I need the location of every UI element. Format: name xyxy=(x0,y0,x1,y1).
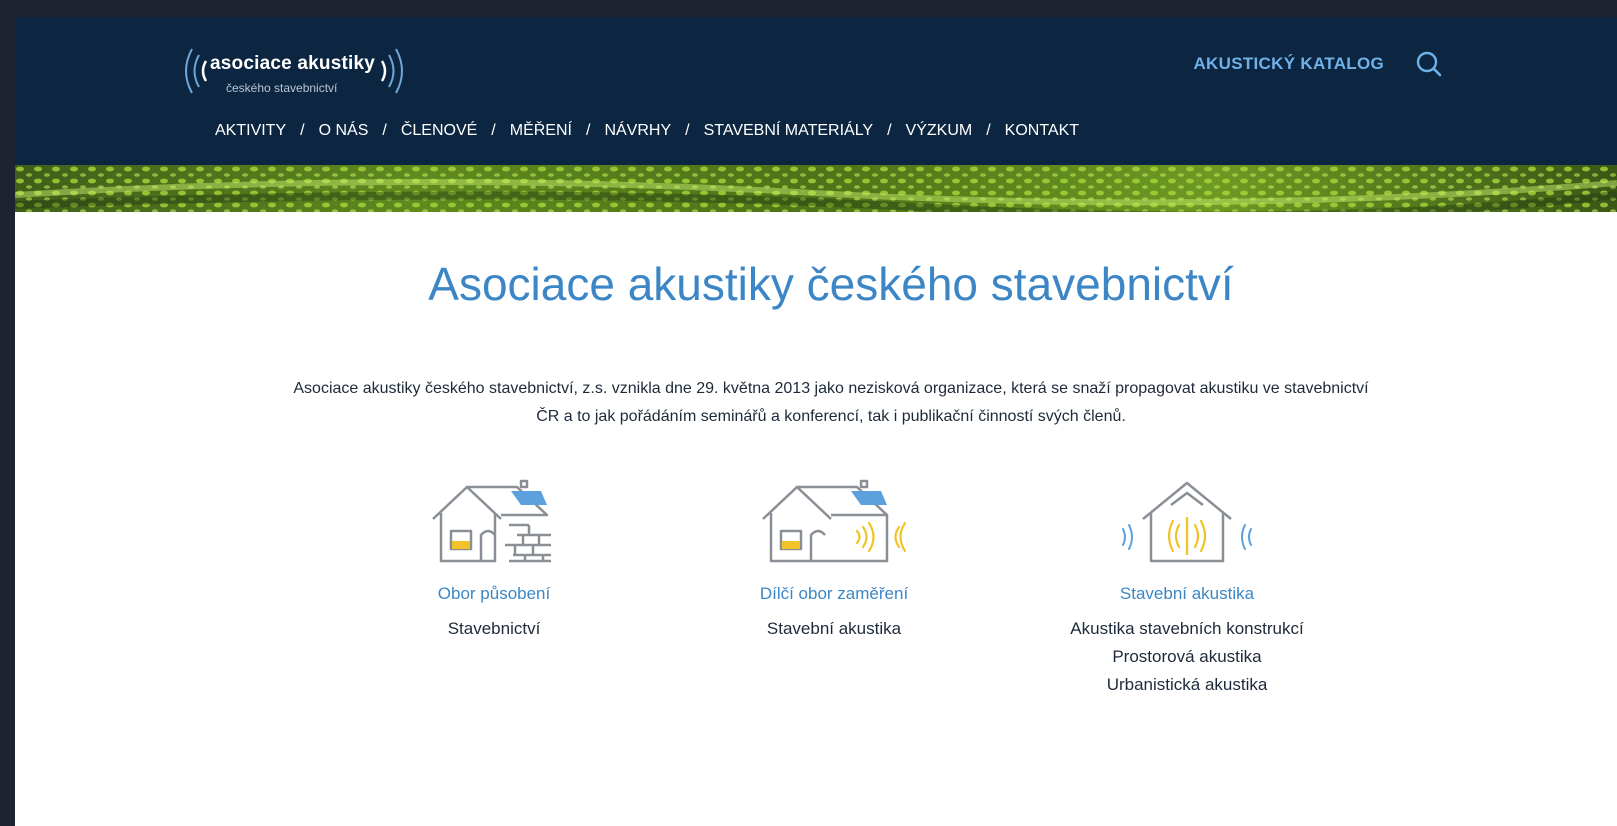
intro-paragraph: Asociace akustiky českého stavebnictví, … xyxy=(293,380,1369,425)
column-title: Stavební akustika xyxy=(1119,584,1255,603)
logo-tagline: českého stavebnictví xyxy=(226,81,338,95)
nav-separator: / xyxy=(491,122,496,139)
main-nav: AKTIVITY / O NÁS / ČLENOVÉ / MĚŘENÍ / NÁ… xyxy=(215,122,1079,140)
house-outline-sound-icon xyxy=(1122,481,1252,563)
nav-item-stavebni-materialy[interactable]: STAVEBNÍ MATERIÁLY xyxy=(704,122,874,140)
column-item: Stavební akustika xyxy=(766,619,902,638)
green-texture-banner xyxy=(15,165,1617,212)
site-header: asociace akustiky českého stavebnictví A… xyxy=(15,17,1617,165)
acoustic-catalog-link[interactable]: AKUSTICKÝ KATALOG xyxy=(1193,54,1384,74)
house-with-sound-waves-icon xyxy=(762,479,907,563)
column-item: Stavebnictví xyxy=(447,619,541,638)
nav-separator: / xyxy=(986,122,991,139)
nav-item-o-nas[interactable]: O NÁS xyxy=(319,122,369,140)
nav-separator: / xyxy=(382,122,387,139)
column-title: Obor působení xyxy=(437,584,551,603)
browser-viewport: asociace akustiky českého stavebnictví A… xyxy=(15,17,1617,826)
column-dilci-obor: Dílčí obor zaměření Stavební akustika xyxy=(674,479,994,643)
nav-item-mereni[interactable]: MĚŘENÍ xyxy=(510,122,572,140)
search-icon[interactable] xyxy=(1415,50,1443,78)
nav-separator: / xyxy=(300,122,305,139)
column-stavebni-akustika: Stavební akustika Akustika stavebních ko… xyxy=(1027,479,1347,699)
nav-item-aktivity[interactable]: AKTIVITY xyxy=(215,122,286,140)
column-item: Akustika stavebních konstrukcí xyxy=(1070,619,1304,638)
page-title: Asociace akustiky českého stavebnictví xyxy=(428,258,1234,310)
nav-separator: / xyxy=(585,122,591,139)
nav-item-navrhy[interactable]: NÁVRHY xyxy=(604,122,671,140)
house-with-brick-wall-icon xyxy=(432,479,551,563)
column-item: Urbanistická akustika xyxy=(1106,675,1268,694)
column-title: Dílčí obor zaměření xyxy=(759,584,909,603)
nav-item-vyzkum[interactable]: VÝZKUM xyxy=(906,122,973,140)
site-logo[interactable]: asociace akustiky českého stavebnictví xyxy=(182,43,422,99)
column-item: Prostorová akustika xyxy=(1112,647,1262,666)
logo-name: asociace akustiky xyxy=(210,53,376,74)
column-obor-pusobeni: Obor působení Stavebnictví xyxy=(334,479,654,643)
nav-item-kontakt[interactable]: KONTAKT xyxy=(1005,122,1079,140)
nav-separator: / xyxy=(887,122,892,139)
nav-item-clenove[interactable]: ČLENOVÉ xyxy=(401,122,477,140)
nav-separator: / xyxy=(685,122,690,139)
